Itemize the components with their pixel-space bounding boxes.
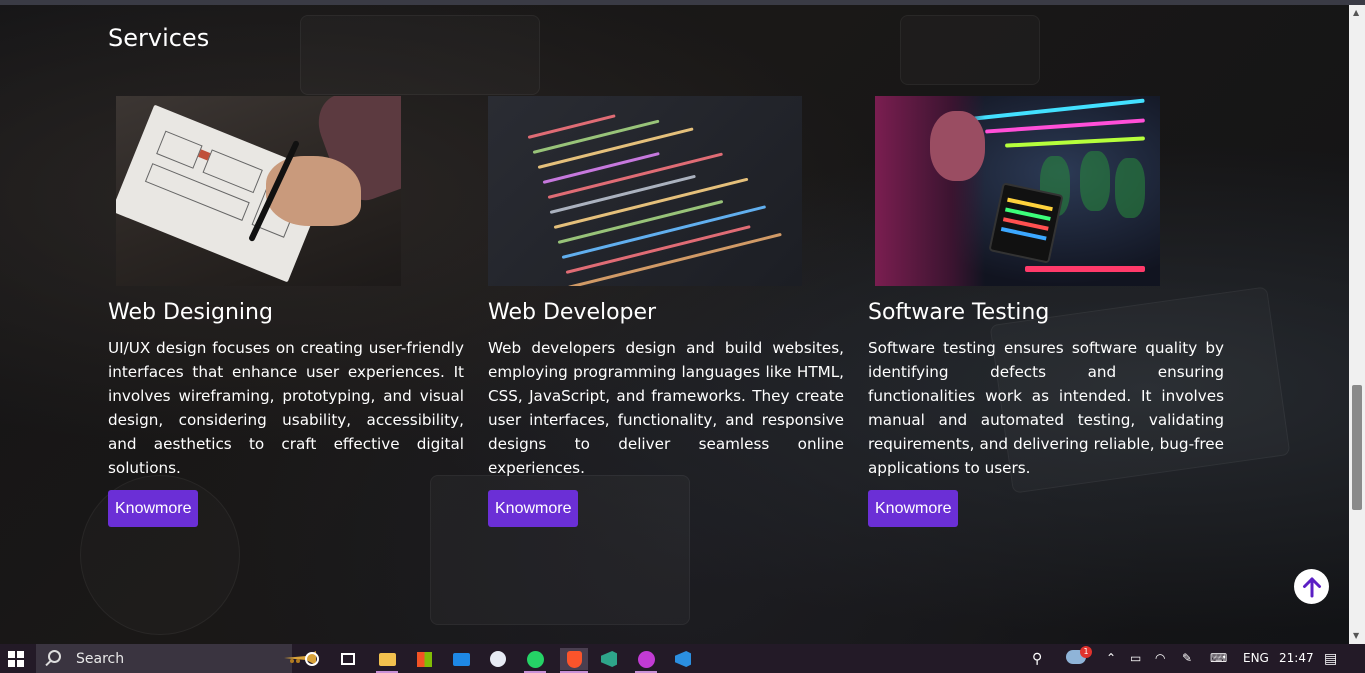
search-icon — [48, 650, 61, 663]
task-view-icon[interactable] — [337, 648, 359, 670]
services-page: Services Web Designing UI/UX design focu… — [0, 5, 1349, 644]
notifications-icon[interactable]: ▤ — [1324, 651, 1337, 667]
service-card-software-testing: Software Testing Software testing ensure… — [868, 96, 1225, 527]
card-title: Software Testing — [868, 300, 1050, 325]
gym-tablet-image — [875, 96, 1160, 286]
people-icon[interactable]: ⚲ — [1032, 651, 1042, 667]
card-title: Web Designing — [108, 300, 273, 325]
keyboard-icon[interactable]: ⌨ — [1210, 651, 1227, 665]
card-image — [108, 96, 465, 286]
weather-icon[interactable]: 1 — [1066, 646, 1092, 664]
card-description: Web developers design and build websites… — [488, 339, 844, 477]
knowmore-button[interactable]: Knowmore — [108, 490, 199, 527]
battery-icon[interactable]: ▭ — [1130, 651, 1141, 665]
knowmore-button[interactable]: Knowmore — [488, 490, 579, 527]
pen-icon[interactable]: ✎ — [1182, 651, 1192, 665]
code-screen-image — [488, 96, 802, 286]
whatsapp-icon[interactable] — [524, 648, 546, 673]
store-icon[interactable] — [413, 648, 435, 670]
messenger-icon[interactable] — [487, 648, 509, 670]
background-keyboard — [300, 15, 540, 95]
app-w-icon[interactable] — [635, 648, 657, 673]
file-explorer-icon[interactable] — [376, 648, 398, 673]
scroll-up-arrow-icon[interactable]: ▲ — [1353, 8, 1359, 18]
card-image — [488, 96, 845, 286]
card-image — [868, 96, 1225, 286]
arrow-up-icon — [1302, 577, 1321, 597]
card-description: UI/UX design focuses on creating user-fr… — [108, 339, 464, 477]
language-indicator[interactable]: ENG — [1243, 651, 1269, 665]
taskbar-search-box[interactable]: Search — [36, 644, 316, 673]
background-device — [900, 15, 1040, 85]
scrollbar-thumb[interactable] — [1352, 385, 1362, 510]
service-card-web-designing: Web Designing UI/UX design focuses on cr… — [108, 96, 465, 527]
search-label: Search — [76, 650, 125, 667]
knowmore-button[interactable]: Knowmore — [868, 490, 959, 527]
weather-badge: 1 — [1080, 646, 1092, 658]
wifi-icon[interactable]: ◠ — [1155, 651, 1165, 665]
scroll-down-arrow-icon[interactable]: ▼ — [1353, 631, 1359, 641]
vertical-scrollbar[interactable]: ▲ ▼ — [1349, 5, 1365, 644]
windows-taskbar: Search ⚲ 1 ⌃ ▭ ◠ ✎ ⌨ ENG 21:47 ▤ — [0, 644, 1365, 673]
brave-icon[interactable] — [560, 648, 588, 673]
cortana-icon[interactable] — [301, 648, 323, 670]
wireframe-sketch-image — [116, 96, 401, 286]
card-title: Web Developer — [488, 300, 657, 325]
windows-icon[interactable] — [8, 651, 24, 667]
vscode-icon[interactable] — [672, 648, 694, 670]
chevron-up-icon[interactable]: ⌃ — [1106, 651, 1116, 665]
visual-studio-icon[interactable] — [598, 648, 620, 670]
section-title: Services — [108, 24, 210, 52]
scroll-to-top-button[interactable] — [1294, 569, 1329, 604]
clock[interactable]: 21:47 — [1279, 651, 1314, 665]
service-card-web-developer: Web Developer Web developers design and … — [488, 96, 845, 527]
mail-icon[interactable] — [450, 648, 472, 670]
card-description: Software testing ensures software qualit… — [868, 339, 1224, 477]
